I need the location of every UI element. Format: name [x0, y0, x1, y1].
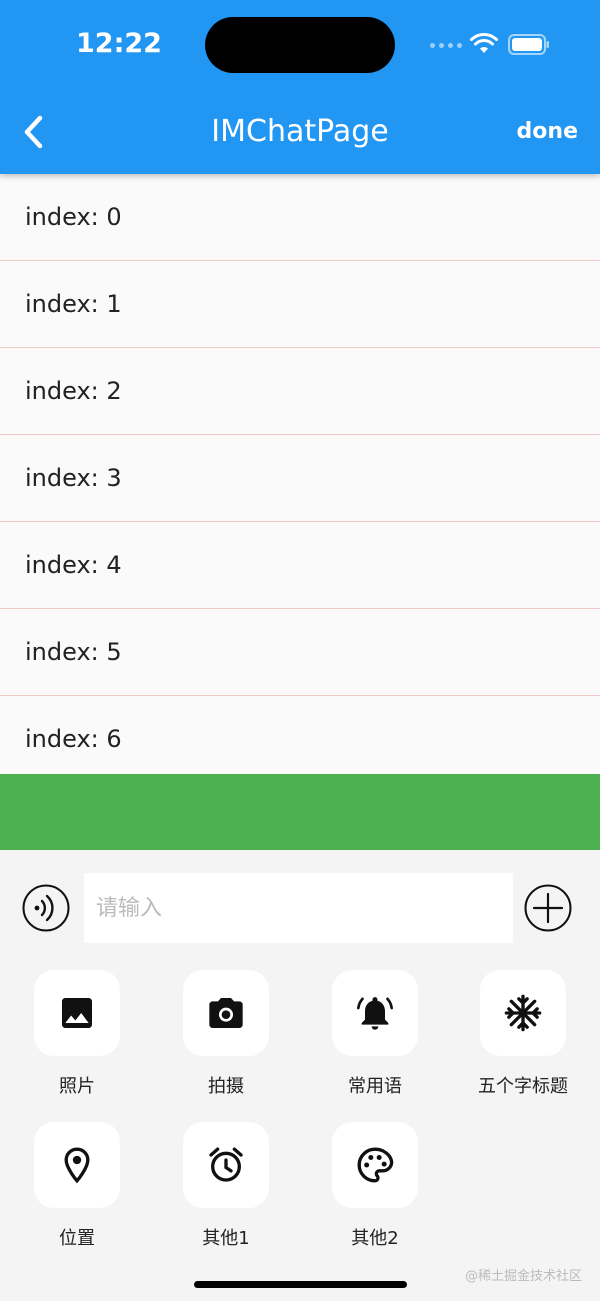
grid-item-common-phrases[interactable]: 常用语 — [300, 970, 450, 1098]
app-bar: 12:22 IMChatPage done — [0, 0, 600, 174]
grid-item-photo[interactable]: 照片 — [2, 970, 152, 1098]
grid-label: 其他2 — [351, 1228, 399, 1249]
wifi-icon — [470, 32, 498, 53]
list-item[interactable]: index: 5 — [0, 609, 600, 696]
voice-button[interactable] — [22, 884, 70, 932]
camera-icon — [209, 998, 243, 1028]
list-item[interactable]: index: 6 — [0, 696, 600, 774]
grid-item-five-char-title[interactable]: 五个字标题 — [448, 970, 598, 1098]
list-item[interactable]: index: 2 — [0, 348, 600, 435]
watermark: @稀土掘金技术社区 — [464, 1269, 582, 1284]
image-icon — [62, 998, 92, 1028]
grid-label: 其他1 — [202, 1228, 250, 1249]
list-item[interactable]: index: 0 — [0, 174, 600, 261]
done-button[interactable]: done — [517, 119, 578, 144]
grid-label: 常用语 — [348, 1076, 402, 1097]
bell-icon — [357, 997, 393, 1030]
list-item[interactable]: index: 1 — [0, 261, 600, 348]
list-item[interactable]: index: 3 — [0, 435, 600, 522]
message-input[interactable] — [84, 873, 513, 943]
message-input-box[interactable] — [84, 873, 513, 943]
location-icon — [64, 1147, 90, 1184]
grid-item-location[interactable]: 位置 — [2, 1122, 152, 1250]
grid-label: 位置 — [59, 1228, 95, 1249]
grid-item-other-2[interactable]: 其他2 — [300, 1122, 450, 1250]
page-title: IMChatPage — [211, 114, 389, 149]
palette-icon — [357, 1147, 394, 1183]
grid-label: 五个字标题 — [478, 1076, 568, 1097]
dynamic-island — [205, 17, 395, 73]
alarm-icon — [209, 1147, 243, 1182]
home-indicator[interactable] — [194, 1281, 407, 1288]
list-item[interactable]: index: 4 — [0, 522, 600, 609]
snowflake-icon — [504, 994, 542, 1032]
signal-icon — [430, 43, 462, 48]
grid-label: 照片 — [59, 1076, 95, 1097]
status-time: 12:22 — [76, 28, 162, 59]
input-panel: 照片 拍摄 常用语 — [0, 850, 600, 1301]
battery-icon — [508, 34, 549, 55]
add-button[interactable] — [524, 884, 572, 932]
green-bar — [0, 774, 600, 850]
grid-item-other-1[interactable]: 其他1 — [151, 1122, 301, 1250]
grid-label: 拍摄 — [208, 1076, 244, 1097]
message-list[interactable]: index: 0 index: 1 index: 2 index: 3 inde… — [0, 174, 600, 774]
grid-item-camera[interactable]: 拍摄 — [151, 970, 301, 1098]
